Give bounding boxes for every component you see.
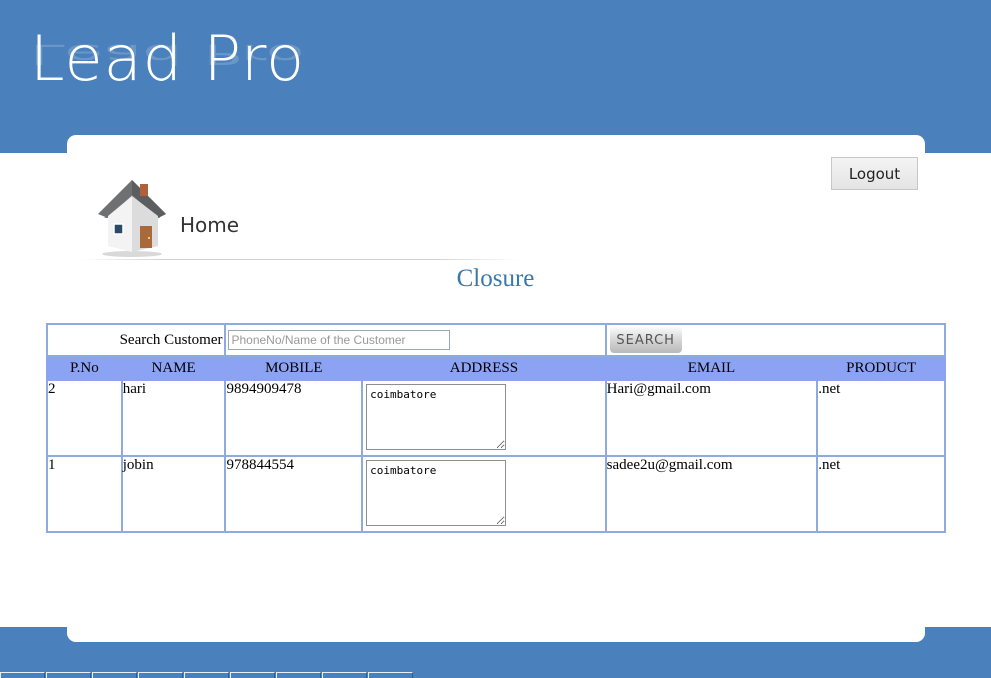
table-header-row: P.No NAME MOBILE ADDRESS EMAIL PRODUCT (46, 355, 946, 381)
cell-product: .net (816, 455, 946, 533)
search-button[interactable]: SEARCH (609, 327, 682, 353)
footer-tab (184, 672, 229, 678)
footer-tabs (0, 672, 414, 678)
footer-tab (0, 672, 45, 678)
table-row: 2 hari 9894909478 coimbatore Hari@gmail.… (46, 379, 946, 457)
page-title: Closure (456, 265, 535, 292)
cell-pno: 2 (46, 379, 123, 457)
column-header-product: PRODUCT (816, 355, 946, 381)
column-header-mobile: MOBILE (224, 355, 364, 381)
cell-email: Hari@gmail.com (604, 379, 819, 457)
search-row: Search Customer SEARCH (45, 323, 947, 357)
column-header-email: EMAIL (604, 355, 819, 381)
footer-tab (138, 672, 183, 678)
header-banner: Lead Pro Lead Pro (0, 0, 991, 153)
table-row: 1 jobin 978844554 coimbatore sadee2u@gma… (46, 455, 946, 533)
house-icon[interactable] (96, 178, 168, 258)
cell-mobile: 9894909478 (224, 379, 364, 457)
app-logo-reflection: Lead Pro (30, 38, 306, 71)
cell-name: jobin (120, 455, 227, 533)
logout-button[interactable]: Logout (831, 157, 918, 190)
cell-address: coimbatore (361, 379, 607, 457)
column-header-address: ADDRESS (361, 355, 607, 381)
cell-pno: 1 (46, 455, 123, 533)
home-label[interactable]: Home (180, 213, 239, 237)
footer-tab (368, 672, 413, 678)
cell-address: coimbatore (361, 455, 607, 533)
footer-tab (276, 672, 321, 678)
search-input[interactable] (228, 330, 451, 350)
address-textarea[interactable]: coimbatore (366, 460, 507, 526)
cell-mobile: 978844554 (224, 455, 364, 533)
footer-tab (322, 672, 367, 678)
footer-tab (230, 672, 275, 678)
cell-email: sadee2u@gmail.com (604, 455, 819, 533)
search-input-cell (224, 323, 607, 357)
cell-product: .net (816, 379, 946, 457)
column-header-pno: P.No (46, 355, 123, 381)
address-textarea[interactable]: coimbatore (366, 384, 507, 450)
search-button-cell: SEARCH (604, 323, 947, 357)
search-label: Search Customer (45, 323, 227, 357)
footer-tab (92, 672, 137, 678)
divider (80, 259, 520, 260)
footer-tab (46, 672, 91, 678)
cell-name: hari (120, 379, 227, 457)
column-header-name: NAME (120, 355, 227, 381)
closure-table: Search Customer SEARCH P.No NAME MOBILE … (45, 323, 947, 533)
